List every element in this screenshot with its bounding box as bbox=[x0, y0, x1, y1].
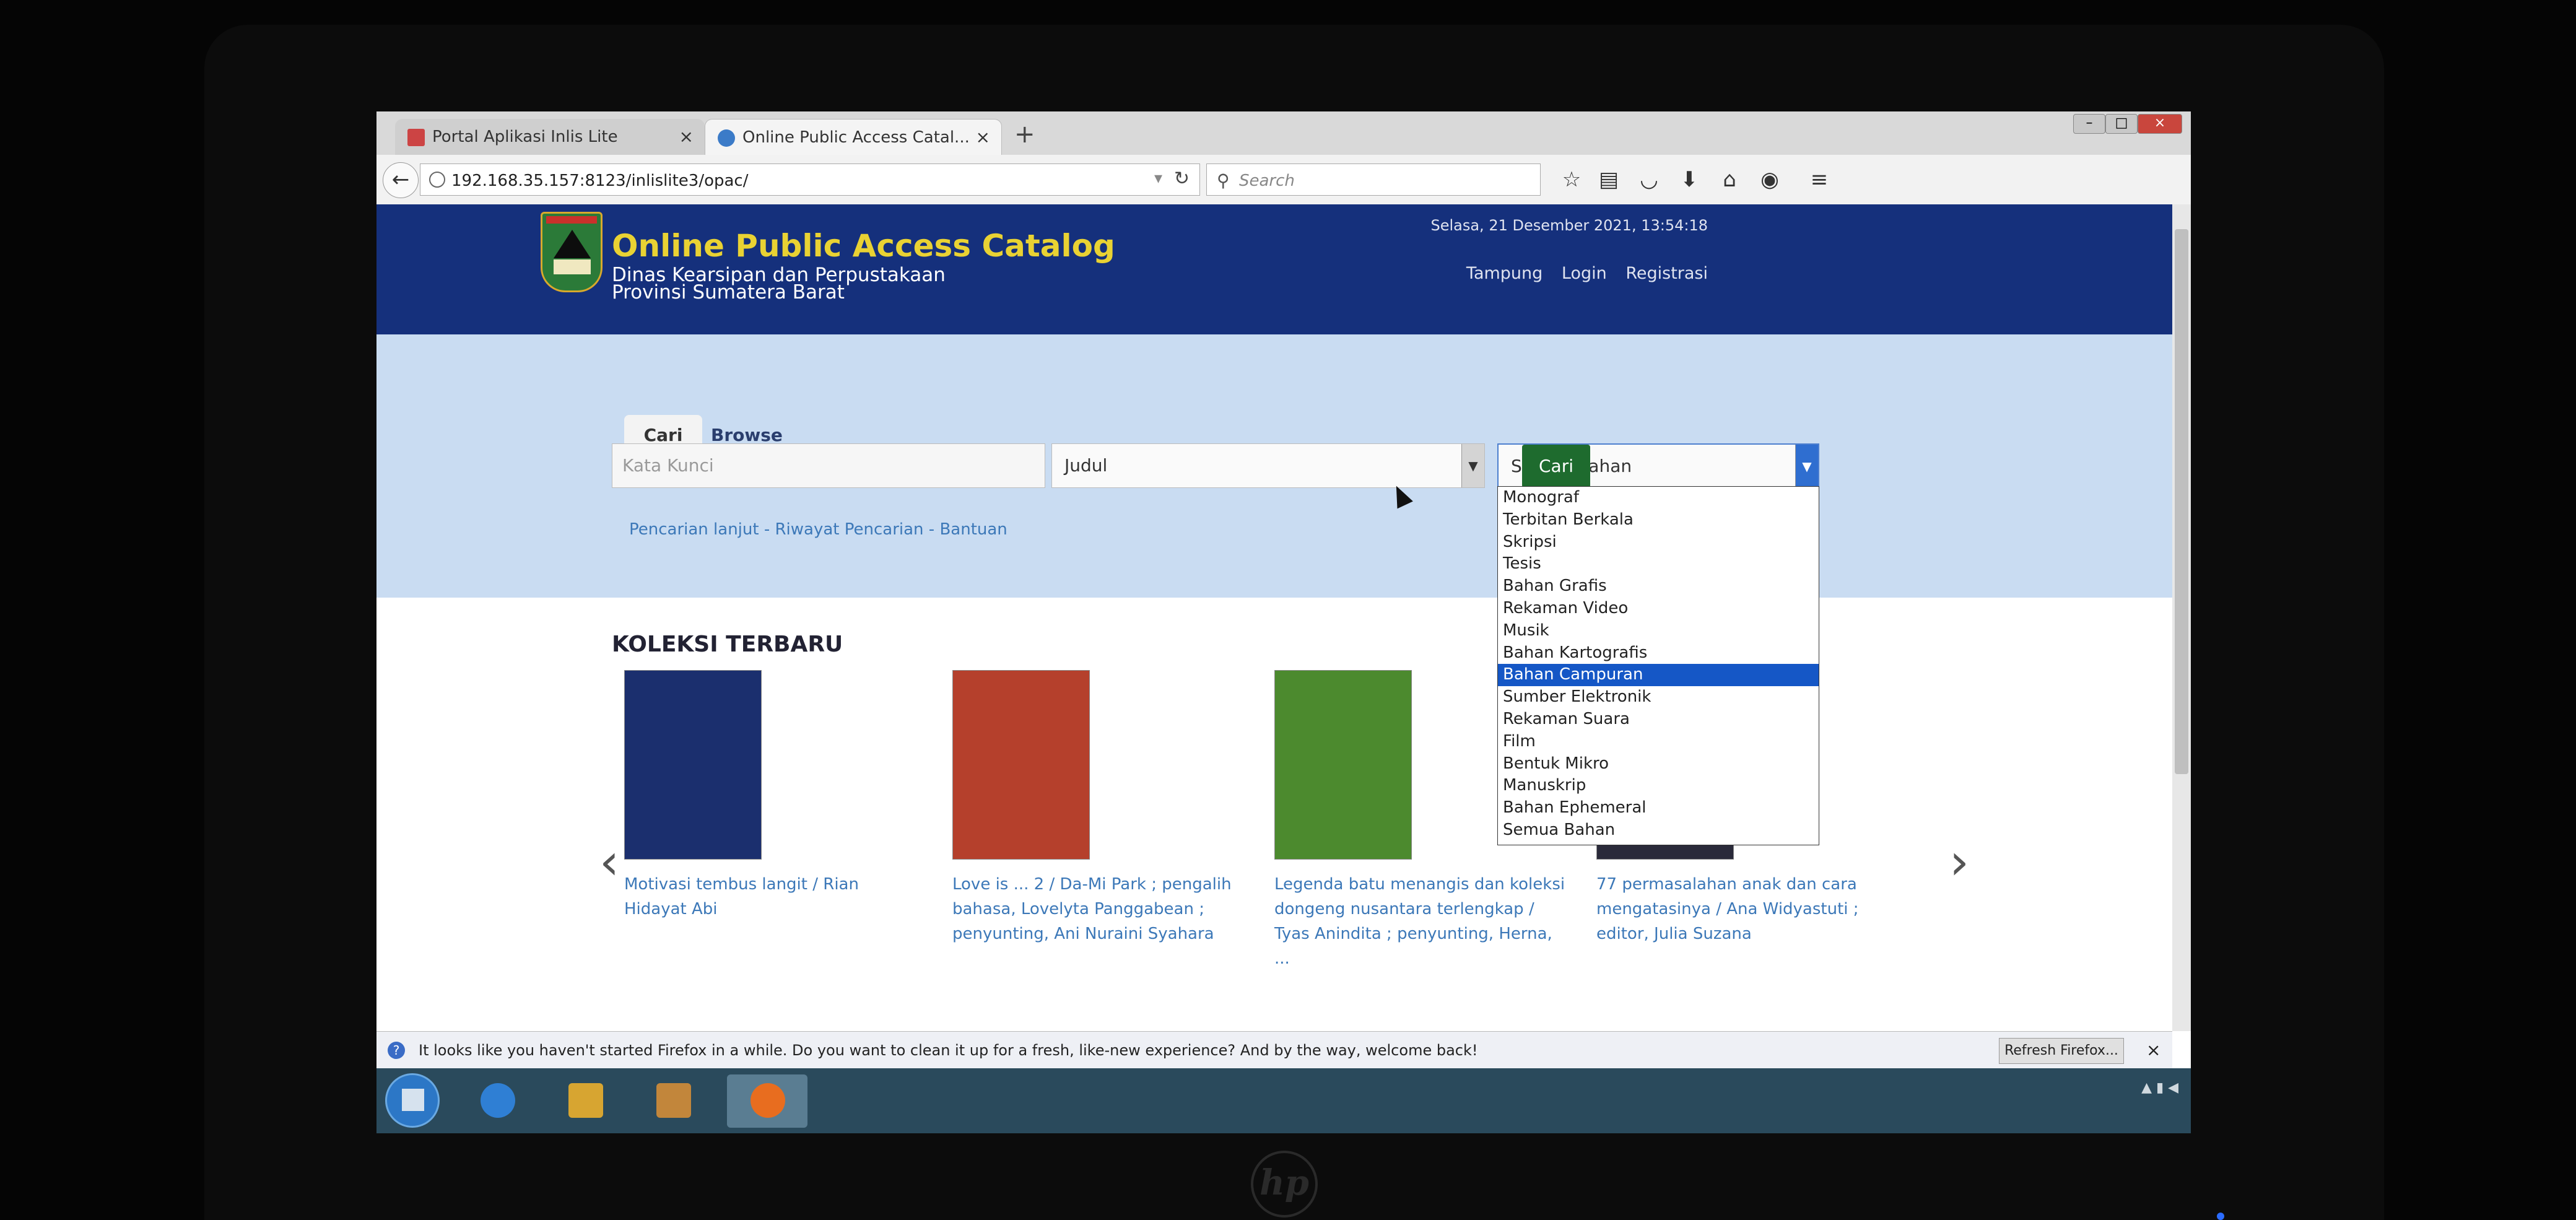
bookmark-star-icon[interactable]: ☆ bbox=[1559, 167, 1584, 192]
maximize-button[interactable]: □ bbox=[2105, 114, 2138, 134]
book-title[interactable]: Motivasi tembus langit / Rian Hidayat Ab… bbox=[624, 872, 921, 922]
close-tab-icon[interactable]: × bbox=[679, 126, 694, 147]
header-datetime: Selasa, 21 Desember 2021, 13:54:18 bbox=[1430, 217, 1708, 234]
reload-icon[interactable]: ↻ bbox=[1174, 168, 1190, 190]
site-title: Online Public Access Catalog bbox=[612, 228, 1115, 264]
material-option[interactable]: Terbitan Berkala bbox=[1498, 509, 1819, 531]
material-option[interactable]: Rekaman Video bbox=[1498, 598, 1819, 620]
field-select[interactable]: Judul ▼ bbox=[1051, 443, 1485, 488]
page-scrollbar[interactable] bbox=[2172, 204, 2191, 1031]
media-icon bbox=[656, 1083, 691, 1118]
registrasi-link[interactable]: Registrasi bbox=[1625, 264, 1708, 283]
book-cover[interactable] bbox=[952, 670, 1090, 860]
material-option[interactable]: Rekaman Suara bbox=[1498, 708, 1819, 731]
window-close-button[interactable]: × bbox=[2138, 114, 2182, 134]
browser-search-input[interactable]: ⚲ Search bbox=[1206, 163, 1541, 196]
page-content: Online Public Access Catalog Dinas Kears… bbox=[376, 204, 2172, 1031]
url-dropdown-icon[interactable]: ▾ bbox=[1154, 169, 1162, 188]
minimize-button[interactable]: – bbox=[2073, 114, 2105, 134]
material-option[interactable]: Bahan Ephemeral bbox=[1498, 797, 1819, 819]
province-logo bbox=[541, 212, 603, 292]
ie-icon bbox=[481, 1083, 515, 1118]
chevron-down-icon[interactable]: ▼ bbox=[1795, 445, 1818, 487]
tampung-link[interactable]: Tampung bbox=[1466, 264, 1543, 283]
carousel-prev-button[interactable]: ‹ bbox=[599, 833, 619, 891]
back-button[interactable]: ← bbox=[383, 162, 419, 198]
book-title[interactable]: 77 permasalahan anak dan cara mengatasin… bbox=[1596, 872, 1894, 946]
material-option[interactable]: Manuskrip bbox=[1498, 775, 1819, 797]
tab-opac[interactable]: Online Public Access Catal... × bbox=[705, 119, 1002, 155]
firefox-icon bbox=[751, 1083, 785, 1118]
chevron-down-icon[interactable]: ▼ bbox=[1461, 444, 1484, 487]
url-text: 192.168.35.157:8123/inlislite3/opac/ bbox=[451, 172, 749, 190]
advanced-search-links[interactable]: Pencarian lanjut - Riwayat Pencarian - B… bbox=[629, 520, 1007, 539]
material-option[interactable]: Skripsi bbox=[1498, 531, 1819, 554]
search-button[interactable]: Cari bbox=[1522, 445, 1590, 488]
globe-app-icon bbox=[568, 1083, 603, 1118]
material-option[interactable]: Bahan Kartografis bbox=[1498, 642, 1819, 664]
new-tab-button[interactable]: + bbox=[1014, 120, 1035, 149]
chat-icon[interactable]: ◉ bbox=[1757, 167, 1782, 192]
material-option[interactable]: Sumber Elektronik bbox=[1498, 686, 1819, 708]
favicon-icon bbox=[407, 129, 425, 146]
book-title[interactable]: Love is ... 2 / Da-Mi Park ; pengalih ba… bbox=[952, 872, 1250, 946]
pocket-icon[interactable]: ◡ bbox=[1637, 167, 1661, 192]
tab-portal[interactable]: Portal Aplikasi Inlis Lite × bbox=[395, 119, 705, 155]
download-icon[interactable]: ⬇ bbox=[1677, 167, 1702, 192]
globe-icon bbox=[429, 172, 445, 188]
refresh-firefox-button[interactable]: Refresh Firefox... bbox=[1999, 1038, 2124, 1064]
material-option[interactable]: Tesis bbox=[1498, 553, 1819, 575]
material-option[interactable]: Bentuk Mikro bbox=[1498, 753, 1819, 775]
header-links: Tampung Login Registrasi bbox=[1243, 264, 1708, 283]
browser-navbar: ← 192.168.35.157:8123/inlislite3/opac/ ▾… bbox=[376, 155, 2191, 205]
power-led bbox=[2217, 1213, 2224, 1220]
taskbar-firefox[interactable] bbox=[727, 1074, 807, 1128]
taskbar-ie[interactable] bbox=[457, 1074, 537, 1128]
close-icon[interactable]: × bbox=[2146, 1032, 2160, 1069]
collection-heading: KOLEKSI TERBARU bbox=[612, 632, 843, 657]
firefox-notification: ? It looks like you haven't started Fire… bbox=[376, 1031, 2172, 1069]
start-button[interactable] bbox=[385, 1073, 440, 1128]
menu-icon[interactable]: ≡ bbox=[1807, 167, 1832, 192]
material-option[interactable]: Film bbox=[1498, 731, 1819, 753]
tab-label: Online Public Access Catal... bbox=[742, 128, 970, 147]
screen: Portal Aplikasi Inlis Lite × Online Publ… bbox=[376, 111, 2191, 1133]
home-icon[interactable]: ⌂ bbox=[1717, 167, 1742, 192]
tab-label: Portal Aplikasi Inlis Lite bbox=[432, 128, 618, 146]
favicon-icon bbox=[718, 129, 735, 147]
system-tray: ▲ ▮ ◀ bbox=[2141, 1080, 2178, 1096]
book-cover[interactable] bbox=[624, 670, 762, 860]
site-subtitle: Dinas Kearsipan dan Perpustakaan Provins… bbox=[612, 264, 946, 303]
taskbar-media[interactable] bbox=[633, 1074, 713, 1128]
material-option[interactable]: Monograf bbox=[1498, 487, 1819, 509]
material-dropdown-list: Monograf Terbitan Berkala Skripsi Tesis Baha… bbox=[1497, 486, 1819, 845]
material-option[interactable]: Semua Bahan bbox=[1498, 819, 1819, 842]
notification-message: It looks like you haven't started Firefo… bbox=[419, 1042, 1478, 1059]
windows-taskbar: ▲ ▮ ◀ bbox=[376, 1068, 2191, 1133]
book-cover[interactable] bbox=[1274, 670, 1412, 860]
hp-logo: hp bbox=[1251, 1151, 1318, 1218]
search-placeholder: Search bbox=[1239, 172, 1295, 190]
help-icon: ? bbox=[388, 1042, 405, 1059]
windows-icon bbox=[402, 1089, 424, 1111]
material-option[interactable]: Bahan Grafis bbox=[1498, 575, 1819, 598]
login-link[interactable]: Login bbox=[1562, 264, 1607, 283]
site-header: Online Public Access Catalog Dinas Kears… bbox=[376, 204, 2172, 334]
url-bar[interactable]: 192.168.35.157:8123/inlislite3/opac/ ▾ ↻ bbox=[420, 163, 1200, 196]
field-select-value: Judul bbox=[1064, 455, 1108, 476]
keyword-input[interactable]: Kata Kunci bbox=[612, 443, 1045, 488]
material-option[interactable]: Musik bbox=[1498, 620, 1819, 642]
material-option[interactable]: Bahan Campuran bbox=[1498, 664, 1819, 687]
search-icon: ⚲ bbox=[1217, 170, 1230, 191]
scrollbar-thumb[interactable] bbox=[2175, 229, 2188, 774]
search-panel: Cari Browse Kata Kunci Judul ▼ Semua Bah… bbox=[376, 334, 2172, 598]
clipboard-icon[interactable]: ▤ bbox=[1596, 167, 1621, 192]
carousel-next-button[interactable]: › bbox=[1949, 833, 1969, 891]
browser-tabbar: Portal Aplikasi Inlis Lite × Online Publ… bbox=[376, 111, 2191, 155]
close-tab-icon[interactable]: × bbox=[976, 127, 990, 147]
taskbar-app-globe[interactable] bbox=[545, 1074, 625, 1128]
book-title[interactable]: Legenda batu menangis dan koleksi dongen… bbox=[1274, 872, 1572, 971]
